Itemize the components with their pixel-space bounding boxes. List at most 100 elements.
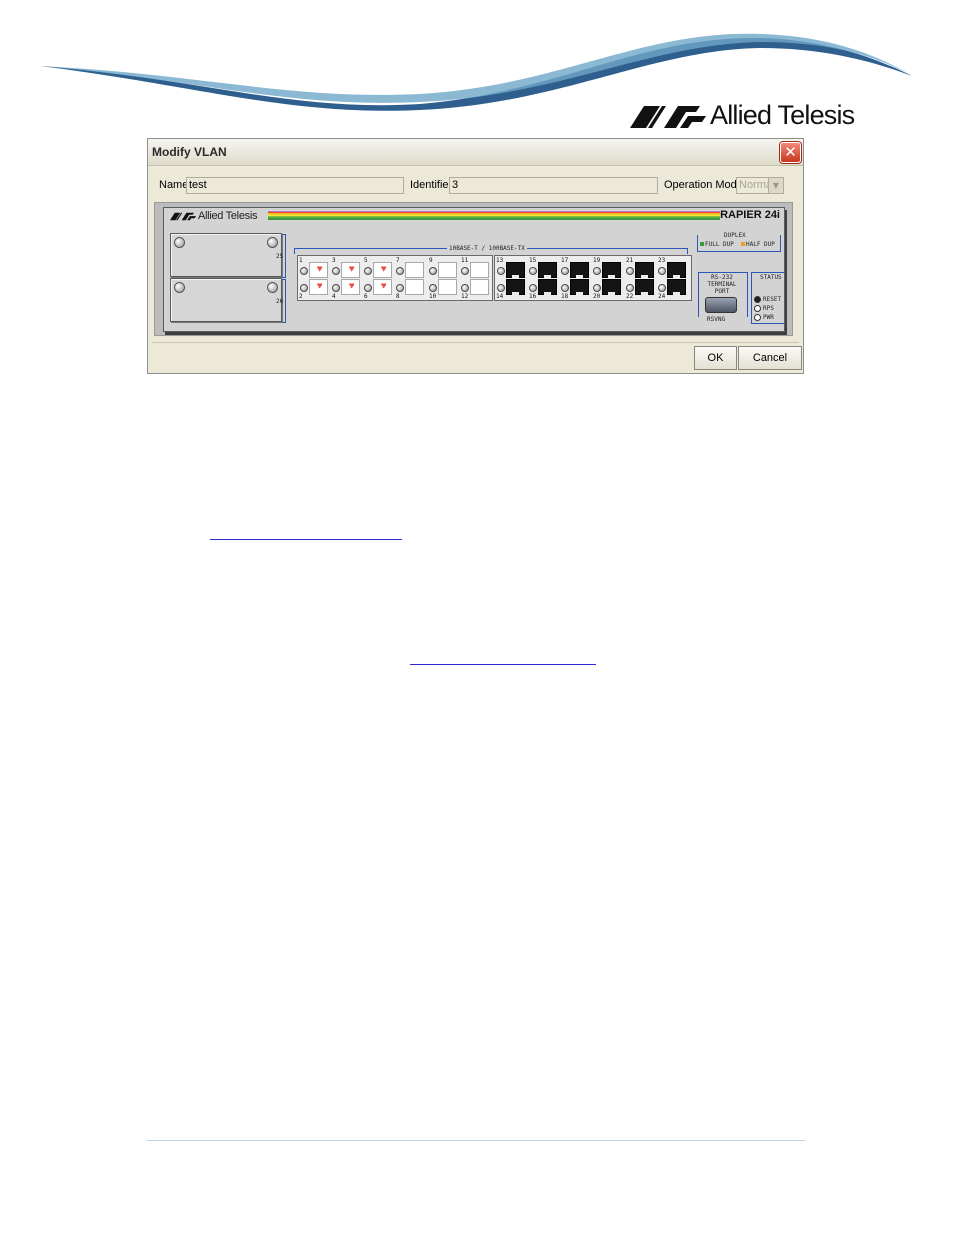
operation-mode-label: Operation Mode [664, 179, 743, 191]
allied-telesis-logo-icon [630, 106, 706, 128]
port-1[interactable]: 🔻 [309, 262, 328, 278]
radio-icon [754, 305, 761, 312]
led-icon [626, 284, 634, 292]
port-number: 3 [332, 257, 336, 264]
port-21[interactable] [635, 262, 654, 278]
full-dup-led-icon [700, 242, 704, 246]
port-16[interactable] [538, 279, 557, 295]
port-14[interactable] [506, 279, 525, 295]
full-dup-label: FULL DUP [705, 241, 734, 248]
led-icon [561, 284, 569, 292]
port-20[interactable] [602, 279, 621, 295]
port-block-13-24: 13 15 17 19 21 23 14 16 18 20 22 24 [494, 255, 692, 301]
name-input[interactable]: test [186, 177, 404, 194]
module-port-number: 25 [276, 253, 284, 260]
cable-icon: 🔻 [346, 282, 358, 292]
port-2[interactable]: 🔻 [309, 279, 328, 295]
port-6[interactable]: 🔻 [373, 279, 392, 295]
hyperlink[interactable] [410, 664, 596, 665]
dialog-title: Modify VLAN [152, 145, 227, 159]
led-icon [658, 284, 666, 292]
identifier-input[interactable]: 3 [449, 177, 658, 194]
port-number: 2 [299, 293, 303, 300]
port-11[interactable] [470, 262, 489, 278]
port-24[interactable] [667, 279, 686, 295]
port-number: 11 [461, 257, 469, 264]
hyperlink[interactable] [210, 539, 402, 540]
led-icon [396, 284, 404, 292]
port-number: 9 [429, 257, 433, 264]
port-number: 6 [364, 293, 368, 300]
status-label: STATUS [760, 274, 782, 281]
port-number: 12 [461, 293, 469, 300]
cable-icon: 🔻 [314, 282, 326, 292]
port-7[interactable] [405, 262, 424, 278]
port-number: 1 [299, 257, 303, 264]
port-number: 22 [626, 293, 634, 300]
port-12[interactable] [470, 279, 489, 295]
screw-icon [267, 237, 278, 248]
duplex-legend: FULL DUP HALF DUP [697, 235, 781, 252]
modify-vlan-dialog: Modify VLAN ✕ Name test Identifier 3 Ope… [147, 138, 804, 374]
led-icon [300, 267, 308, 275]
switch-front-panel: Allied Telesis RAPIER 24i 25 26 10BASE-T… [163, 207, 785, 332]
port-19[interactable] [602, 262, 621, 278]
led-icon [593, 267, 601, 275]
allied-telesis-logo-icon [170, 212, 196, 221]
port-13[interactable] [506, 262, 525, 278]
cable-icon: 🔻 [314, 265, 326, 275]
footer-rule [147, 1140, 805, 1141]
module-slot-26[interactable] [170, 278, 282, 322]
port-8[interactable] [405, 279, 424, 295]
led-icon [364, 284, 372, 292]
port-22[interactable] [635, 279, 654, 295]
port-18[interactable] [570, 279, 589, 295]
led-icon [300, 284, 308, 292]
cancel-button[interactable]: Cancel [738, 346, 802, 370]
status-reset-label: RESET [763, 296, 782, 303]
cable-icon: 🔻 [346, 265, 358, 275]
led-icon [461, 284, 469, 292]
port-number: 21 [626, 257, 634, 264]
led-icon [561, 267, 569, 275]
ok-button[interactable]: OK [694, 346, 737, 370]
switch-model: RAPIER 24i [720, 209, 780, 221]
operation-mode-select[interactable]: Normal ▼ [736, 177, 784, 194]
cable-icon: 🔻 [378, 282, 390, 292]
port-number: 14 [496, 293, 504, 300]
port-3[interactable]: 🔻 [341, 262, 360, 278]
close-button[interactable]: ✕ [780, 142, 801, 163]
port-block-1-12: 1 3 5 7 9 11 🔻 🔻 🔻 🔻 🔻 🔻 2 4 6 8 10 12 [297, 255, 493, 301]
status-pwr-label: PWR [763, 314, 774, 321]
led-icon [332, 267, 340, 275]
port-type-label: 10BASE-T / 100BASE-TX [447, 245, 527, 252]
led-icon [461, 267, 469, 275]
port-5[interactable]: 🔻 [373, 262, 392, 278]
port-17[interactable] [570, 262, 589, 278]
module-slot-25[interactable] [170, 233, 282, 277]
color-stripes [268, 211, 720, 220]
port-9[interactable] [438, 262, 457, 278]
module-port-number: 26 [276, 298, 284, 305]
screw-icon [174, 282, 185, 293]
switch-brand-text: Allied Telesis [198, 210, 258, 222]
port-23[interactable] [667, 262, 686, 278]
led-icon [332, 284, 340, 292]
header-swoosh [40, 33, 912, 111]
dropdown-arrow-icon[interactable]: ▼ [768, 178, 783, 193]
led-icon [396, 267, 404, 275]
led-icon [364, 267, 372, 275]
led-icon [658, 267, 666, 275]
port-4[interactable]: 🔻 [341, 279, 360, 295]
port-number: 19 [593, 257, 601, 264]
port-number: 17 [561, 257, 569, 264]
port-number: 24 [658, 293, 666, 300]
db9-connector-icon[interactable] [705, 297, 737, 313]
port-number: 4 [332, 293, 336, 300]
port-15[interactable] [538, 262, 557, 278]
port-10[interactable] [438, 279, 457, 295]
brand-name: Allied Telesis [710, 100, 855, 130]
dialog-titlebar[interactable]: Modify VLAN ✕ [148, 139, 803, 166]
port-number: 8 [396, 293, 400, 300]
close-icon: ✕ [784, 143, 797, 161]
